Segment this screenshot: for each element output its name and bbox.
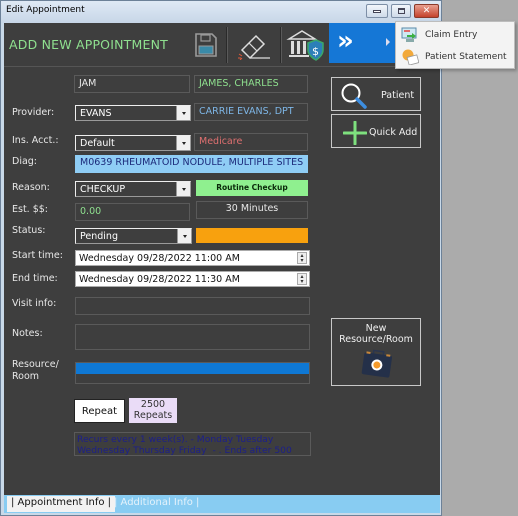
- chevron-down-icon: [177, 229, 191, 243]
- claim-entry-label: Claim Entry: [425, 30, 478, 40]
- start-time-value: Wednesday 09/28/2022 11:00 AM: [79, 253, 240, 264]
- ins-acct-label: Ins. Acct.:: [12, 135, 59, 146]
- new-resource-room-button[interactable]: New Resource/Room: [331, 318, 421, 386]
- header-bar: ADD NEW APPOINTMENT $ »: [4, 23, 440, 67]
- spinner-icon[interactable]: ▴ ▾: [297, 252, 307, 264]
- chevron-down-icon: [176, 106, 190, 120]
- save-button[interactable]: [190, 25, 222, 65]
- start-time-label: Start time:: [12, 250, 63, 261]
- start-time-picker[interactable]: Wednesday 09/28/2022 11:00 AM ▴ ▾: [75, 250, 310, 266]
- double-chevron-right-icon: »: [337, 26, 354, 56]
- repeats-label: Repeats: [133, 410, 173, 421]
- provider-dropdown[interactable]: EVANS: [75, 105, 191, 121]
- claim-entry-icon: [401, 27, 419, 43]
- more-actions-button[interactable]: »: [329, 23, 397, 63]
- menu-item-patient-statement[interactable]: Patient Statement: [396, 46, 514, 68]
- maximize-icon: [397, 8, 405, 14]
- repeat-button[interactable]: Repeat: [74, 399, 125, 423]
- tab-bar: | Appointment Info | | Additional Info |: [4, 495, 440, 513]
- window-title: Edit Appointment: [6, 5, 85, 15]
- tab-appointment-info[interactable]: | Appointment Info |: [7, 496, 116, 512]
- toolbar-separator: [280, 27, 282, 63]
- estimate-field[interactable]: 0.00: [75, 203, 190, 221]
- patient-code-field[interactable]: JAM: [74, 75, 190, 93]
- reason-dropdown[interactable]: CHECKUP: [75, 181, 191, 197]
- patient-statement-label: Patient Statement: [425, 52, 507, 62]
- briefcase-icon: [361, 349, 392, 378]
- plus-icon: [343, 121, 367, 145]
- patient-button-label: Patient: [381, 90, 415, 101]
- est-label: Est. $$:: [12, 204, 49, 215]
- minimize-icon: [373, 9, 381, 13]
- status-color-swatch: [196, 228, 308, 243]
- tab-additional-info[interactable]: | Additional Info |: [110, 496, 203, 512]
- new-resource-room-label: New Resource/Room: [332, 323, 420, 345]
- resource-room-list[interactable]: [75, 362, 310, 384]
- notes-label: Notes:: [12, 328, 43, 339]
- floppy-disk-icon: [195, 33, 217, 57]
- quick-add-label: Quick Add: [369, 127, 418, 138]
- diag-label: Diag:: [12, 156, 38, 167]
- billing-button[interactable]: $: [284, 25, 326, 65]
- reason-label: Reason:: [12, 182, 50, 193]
- new-resource-line1: New: [365, 323, 387, 334]
- notes-field[interactable]: [75, 324, 310, 350]
- end-time-picker[interactable]: Wednesday 09/28/2022 11:30 AM ▴ ▾: [75, 271, 310, 287]
- end-time-value: Wednesday 09/28/2022 11:30 AM: [79, 274, 240, 285]
- ins-acct-dropdown[interactable]: Default: [75, 135, 191, 151]
- maximize-button[interactable]: [391, 4, 411, 18]
- visit-info-label: Visit info:: [12, 298, 57, 309]
- insurance-display: Medicare: [194, 133, 308, 151]
- chevron-down-icon: [176, 182, 190, 196]
- ins-acct-value: Default: [80, 138, 115, 149]
- provider-label: Provider:: [12, 107, 55, 118]
- status-dropdown[interactable]: Pending: [75, 228, 192, 244]
- reason-value: CHECKUP: [80, 184, 126, 195]
- more-actions-menu: Claim Entry Patient Statement: [395, 21, 515, 69]
- chevron-down-icon: [176, 136, 190, 150]
- close-button[interactable]: ✕: [414, 4, 439, 18]
- reason-display: Routine Checkup: [196, 180, 308, 196]
- menu-item-claim-entry[interactable]: Claim Entry: [396, 24, 514, 46]
- status-value: Pending: [80, 231, 118, 242]
- diagnosis-field[interactable]: M0639 RHEUMATOID NODULE, MULTIPLE SITES: [75, 155, 308, 173]
- quick-add-button[interactable]: Quick Add: [331, 114, 421, 148]
- end-time-label: End time:: [12, 273, 58, 284]
- repeats-count: 2500: [140, 399, 166, 410]
- resource-label-line1: Resource/: [12, 359, 59, 370]
- page-title: ADD NEW APPOINTMENT: [9, 37, 168, 52]
- visit-info-field[interactable]: [75, 297, 310, 315]
- submenu-arrow-icon: [386, 38, 390, 46]
- provider-value: EVANS: [80, 108, 112, 119]
- svg-text:$: $: [312, 45, 319, 58]
- patient-name-display: JAMES, CHARLES: [194, 75, 308, 93]
- status-label: Status:: [12, 225, 46, 236]
- close-icon: ✕: [422, 6, 431, 16]
- provider-name-display: CARRIE EVANS, DPT: [194, 103, 308, 121]
- bank-shield-dollar-icon: $: [286, 30, 324, 61]
- client-area: ADD NEW APPOINTMENT $ » JAM JAMES, CHARL…: [4, 23, 440, 513]
- repeats-count-badge: 2500 Repeats: [129, 398, 177, 423]
- minimize-button[interactable]: [366, 4, 388, 18]
- resource-room-selected-row[interactable]: [76, 363, 309, 374]
- recurrence-summary: Recurs every 1 week(s). - Monday Tuesday…: [74, 432, 311, 456]
- title-bar: Edit Appointment ✕: [1, 1, 441, 23]
- patient-search-button[interactable]: Patient: [331, 77, 421, 111]
- edit-appointment-window: Edit Appointment ✕ ADD NEW APPOINTMENT $…: [0, 0, 442, 516]
- eraser-icon: [238, 34, 270, 60]
- duration-display: 30 Minutes: [196, 201, 308, 219]
- search-icon: [341, 83, 367, 109]
- toolbar-separator: [226, 27, 228, 63]
- patient-statement-icon: [401, 49, 420, 66]
- new-resource-line2: Resource/Room: [339, 334, 413, 345]
- resource-room-label: Resource/Room: [12, 359, 59, 383]
- recurrence-line1: Recurs every 1 week(s). - Monday Tuesday: [77, 434, 274, 445]
- spinner-icon[interactable]: ▴ ▾: [297, 273, 307, 285]
- resource-label-line2: Room: [12, 371, 40, 382]
- clear-button[interactable]: [233, 25, 277, 65]
- recurrence-line2: Wednesday Thursday Friday - . Ends after…: [77, 445, 292, 456]
